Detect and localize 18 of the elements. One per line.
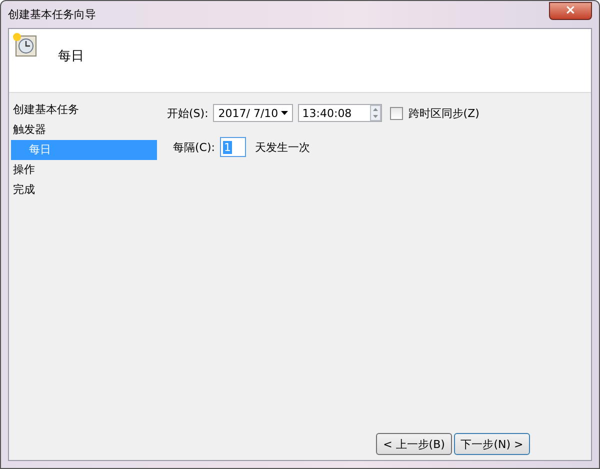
time-field[interactable]: 13:40:08 (298, 104, 382, 122)
wizard-button[interactable]: 下一步(N) > (454, 433, 530, 455)
nav-item[interactable]: 触发器 (9, 120, 157, 140)
calendar-clock-icon (12, 32, 38, 58)
recur-suffix: 天发生一次 (254, 140, 310, 154)
sync-checkbox[interactable] (390, 106, 404, 120)
start-label: 开始(S): (167, 106, 208, 120)
nav-item[interactable]: 完成 (9, 180, 157, 200)
date-picker[interactable]: 2017/ 7/10 (213, 104, 294, 122)
wizard-button[interactable]: < 上一步(B) (376, 433, 452, 455)
page-title: 每日 (58, 48, 84, 65)
dropdown-icon (281, 111, 288, 115)
window-title: 创建基本任务向导 (8, 7, 96, 22)
nav-item[interactable]: 操作 (9, 160, 157, 180)
nav-item[interactable]: 创建基本任务 (9, 100, 157, 120)
sync-label: 跨时区同步(Z) (408, 106, 480, 120)
recur-label: 每隔(C): (173, 140, 215, 154)
spinner-icon (370, 105, 382, 121)
